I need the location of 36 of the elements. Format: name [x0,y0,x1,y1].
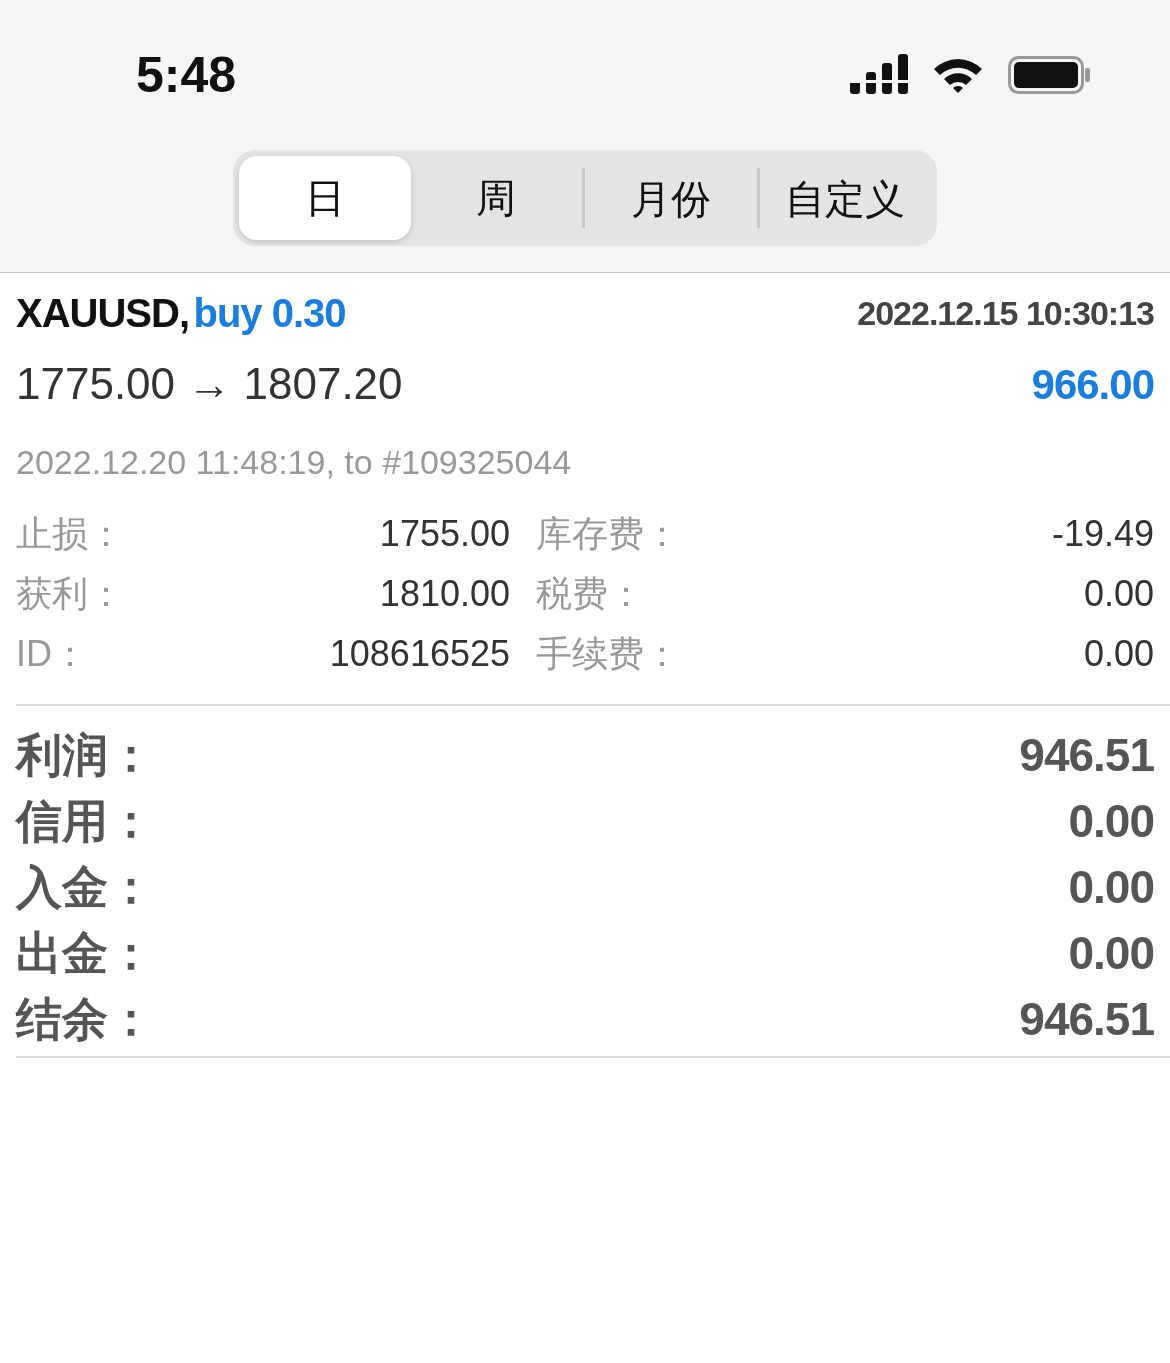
summary-label: 出金： [16,925,154,981]
summary-label: 利润： [16,727,154,783]
summary-value: 0.00 [1068,793,1154,849]
close-info: 2022.12.20 11:48:19, to #109325044 [16,442,573,483]
detail-value: 108616525 [328,632,510,676]
detail-value: -19.49 [1050,512,1154,556]
detail-label: 库存费： [535,512,681,556]
symbol-label: XAUUSD, [16,291,190,335]
detail-label: ID： [16,632,89,676]
summary-label: 信用： [16,793,154,849]
summary-value: 946.51 [1019,727,1154,783]
status-time: 5:48 [136,45,237,105]
wifi-icon [932,56,984,94]
summary-label: 入金： [16,859,154,915]
detail-value: 0.00 [1082,632,1154,676]
trade-profit: 966.00 [1031,359,1154,410]
order-side: buy 0.30 [193,291,346,335]
summary-value: 0.00 [1068,925,1154,981]
period-tab[interactable]: 周 [410,156,582,240]
period-tab[interactable]: 日 [239,156,411,240]
detail-label: 获利： [16,572,125,616]
detail-label: 税费： [535,572,645,616]
detail-value: 1810.00 [378,572,510,616]
price-change: 1775.00 → 1807.20 [16,358,403,410]
detail-value: 0.00 [1082,572,1154,616]
period-tab[interactable]: 自定义 [756,168,931,228]
signal-icon [850,54,908,96]
summary-value: 946.51 [1019,991,1154,1047]
summary-label: 结余： [16,991,154,1047]
detail-label: 止损： [16,512,125,556]
period-tab[interactable]: 月份 [582,168,757,228]
detail-value: 1755.00 [378,512,510,556]
open-time: 2022.12.15 10:30:13 [857,292,1154,334]
detail-label: 手续费： [535,632,681,676]
summary-value: 0.00 [1068,859,1154,915]
battery-icon [1008,56,1090,94]
